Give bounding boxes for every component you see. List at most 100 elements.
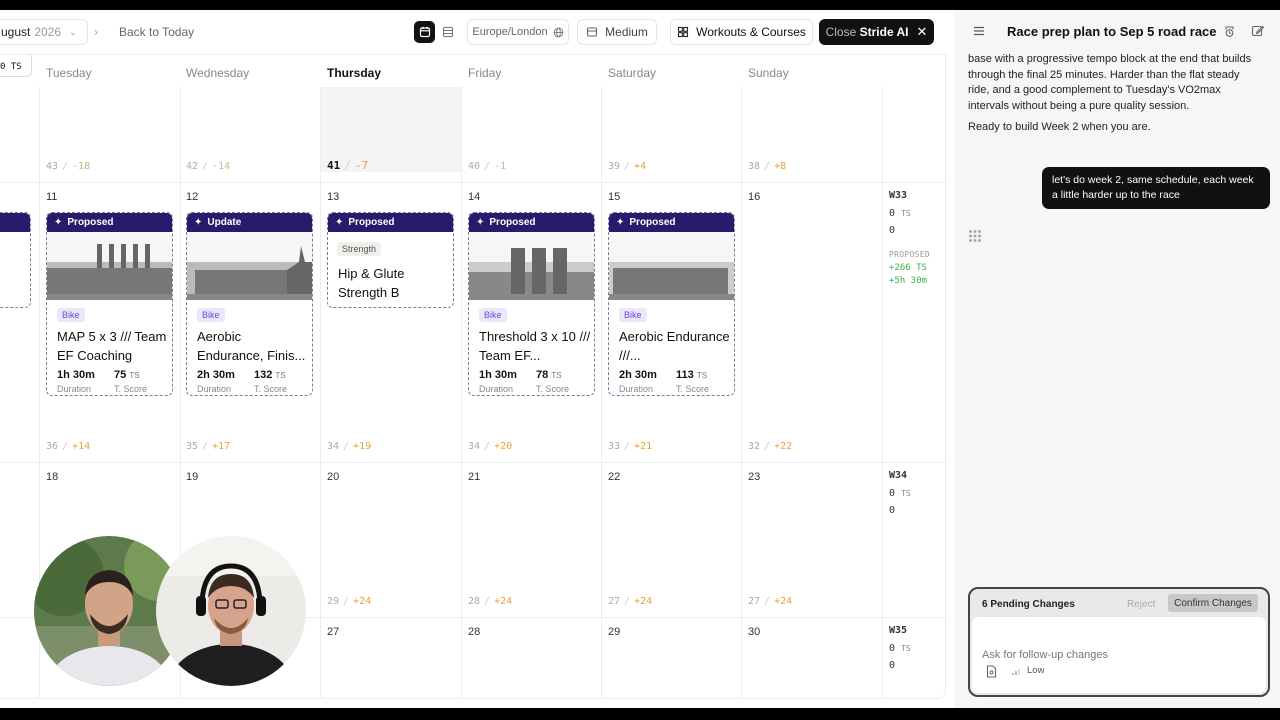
workout-card[interactable]: ✦ Proposed Bike MAP 5 x 3 /// Team EF Coa… [46, 212, 173, 396]
grid-line [320, 87, 321, 698]
panel-title: Race prep plan to Sep 5 road race [1007, 24, 1217, 39]
month-selector[interactable]: ugust 2026 ⌄ [0, 19, 88, 45]
fitness-load: 36/+14 [46, 441, 91, 452]
fitness-load: 33/+21 [608, 441, 653, 452]
attach-file-icon[interactable] [986, 665, 997, 678]
date-label: 16 [748, 191, 761, 203]
week-other: 0 [889, 660, 896, 671]
workout-ts: 75 TS [114, 369, 140, 381]
day-header-sunday: Sunday [748, 66, 789, 80]
workout-ts: 78 TS [536, 369, 562, 381]
fitness-load: 39/+4 [608, 161, 647, 172]
card-status-bar [0, 213, 30, 232]
duration-label: Duration [57, 384, 92, 394]
day-headers: Tuesday Wednesday Thursday Friday Saturd… [0, 55, 945, 87]
calendar-icon [419, 26, 430, 38]
workout-duration: 1h 30m [479, 369, 517, 381]
view-toggle [412, 19, 460, 45]
workout-card[interactable]: ✦ Proposed Bike Aerobic Endurance ///... … [608, 212, 735, 396]
composer: 6 Pending Changes Reject Confirm Changes… [968, 587, 1270, 697]
score-label: T. Score [254, 384, 288, 394]
assistant-message-text: base with a progressive tempo block at t… [968, 53, 1252, 112]
chevron-right-icon[interactable]: › [94, 25, 98, 39]
close-stride-ai-button[interactable]: Close Stride AI ✕ [819, 19, 934, 45]
day-header-wednesday: Wednesday [186, 66, 250, 80]
day-header-friday: Friday [468, 66, 502, 80]
duration-label: Duration [479, 384, 514, 394]
list-view-button[interactable] [437, 21, 458, 43]
date-label: 18 [46, 471, 59, 483]
follow-up-input[interactable] [972, 617, 1266, 693]
workout-duration: 2h 30m [197, 369, 235, 381]
fitness-load: 40/-1 [468, 161, 507, 172]
grid-line [0, 462, 945, 463]
duration-label: Duration [619, 384, 654, 394]
pending-changes-label: 6 Pending Changes [982, 599, 1075, 610]
effort-selector[interactable]: Low [1012, 665, 1044, 676]
fitness-load: 35/+17 [186, 441, 231, 452]
menu-icon[interactable] [973, 25, 985, 37]
grid-line [461, 87, 462, 698]
date-label: 13 [327, 191, 340, 203]
card-status-bar: ✦ Proposed [609, 213, 734, 232]
close-prefix-label: Close [825, 25, 857, 39]
workout-ts: 113 TS [676, 369, 708, 381]
date-label: 11 [46, 191, 58, 203]
signal-bars-icon [1012, 668, 1020, 675]
card-status-bar: ✦ Proposed [47, 213, 172, 232]
card-status: Proposed [629, 217, 676, 228]
workout-card[interactable]: ✦ Proposed Bike Threshold 3 x 10 /// Team… [468, 212, 595, 396]
date-label: 23 [748, 471, 761, 483]
year-label: 2026 [34, 25, 62, 39]
fitness-load: 34/+19 [327, 441, 372, 452]
workout-card[interactable]: ✦ Proposed Strength Hip & Glute Strength … [327, 212, 454, 308]
date-label: 20 [327, 471, 340, 483]
card-size-icon [587, 27, 598, 37]
video-participant-2 [156, 536, 306, 686]
date-label: 27 [327, 626, 340, 638]
date-label: 22 [608, 471, 621, 483]
workout-title: Aerobic Endurance, Finis... [197, 329, 306, 363]
workout-card-partial[interactable] [0, 212, 31, 308]
timezone-selector[interactable]: Europe/London [467, 19, 569, 45]
history-icon[interactable] [1223, 25, 1236, 38]
score-label: T. Score [536, 384, 570, 394]
week-label: W34 [889, 470, 908, 481]
card-status: Update [207, 217, 242, 228]
sparkle-icon: ✦ [194, 217, 203, 228]
card-status: Proposed [348, 217, 395, 228]
day-header-tuesday: Tuesday [46, 66, 92, 80]
reject-button[interactable]: Reject [1127, 599, 1155, 610]
back-to-today-button[interactable]: Back to Today [119, 25, 194, 39]
card-status-bar: ✦ Proposed [469, 213, 594, 232]
calendar-toolbar: ugust 2026 ⌄ › Back to Today Europe/Lond… [0, 10, 944, 54]
workout-title: MAP 5 x 3 /// Team EF Coaching [57, 329, 167, 363]
sport-tag: Strength [337, 242, 382, 256]
grid-line [0, 182, 945, 183]
workouts-courses-button[interactable]: Workouts & Courses [670, 19, 813, 45]
edit-icon[interactable] [1251, 24, 1264, 37]
fitness-load: 43/-18 [46, 161, 91, 172]
week-label: W33 [889, 190, 908, 201]
week-proposed-time: +5h 30m [889, 276, 927, 286]
workout-card[interactable]: ✦ Update Bike Aerobic Endurance, Finis...… [186, 212, 313, 396]
sport-tag: Bike [619, 308, 647, 322]
week-label: W35 [889, 625, 908, 636]
fitness-load: 27/+24 [608, 596, 653, 607]
sparkle-icon: ✦ [335, 217, 344, 228]
week-other: 0 [889, 225, 896, 236]
confirm-changes-button[interactable]: Confirm Changes [1168, 594, 1258, 612]
stride-ai-label: Stride AI [859, 25, 909, 39]
calendar-view-button[interactable] [414, 21, 435, 43]
workouts-courses-label: Workouts & Courses [696, 25, 806, 39]
app-window: ugust 2026 ⌄ › Back to Today Europe/Lond… [0, 10, 1280, 708]
fitness-load: 27/+24 [748, 596, 793, 607]
sport-tag: Bike [479, 308, 507, 322]
assistant-message-text: Ready to build Week 2 when you are. [968, 121, 1151, 133]
card-size-selector[interactable]: Medium [577, 19, 657, 45]
panel-header: Race prep plan to Sep 5 road race [954, 10, 1280, 54]
score-label: T. Score [676, 384, 710, 394]
card-size-label: Medium [605, 25, 648, 39]
timezone-label: Europe/London [472, 26, 548, 38]
stride-ai-panel: Race prep plan to Sep 5 road race base w… [954, 10, 1280, 708]
